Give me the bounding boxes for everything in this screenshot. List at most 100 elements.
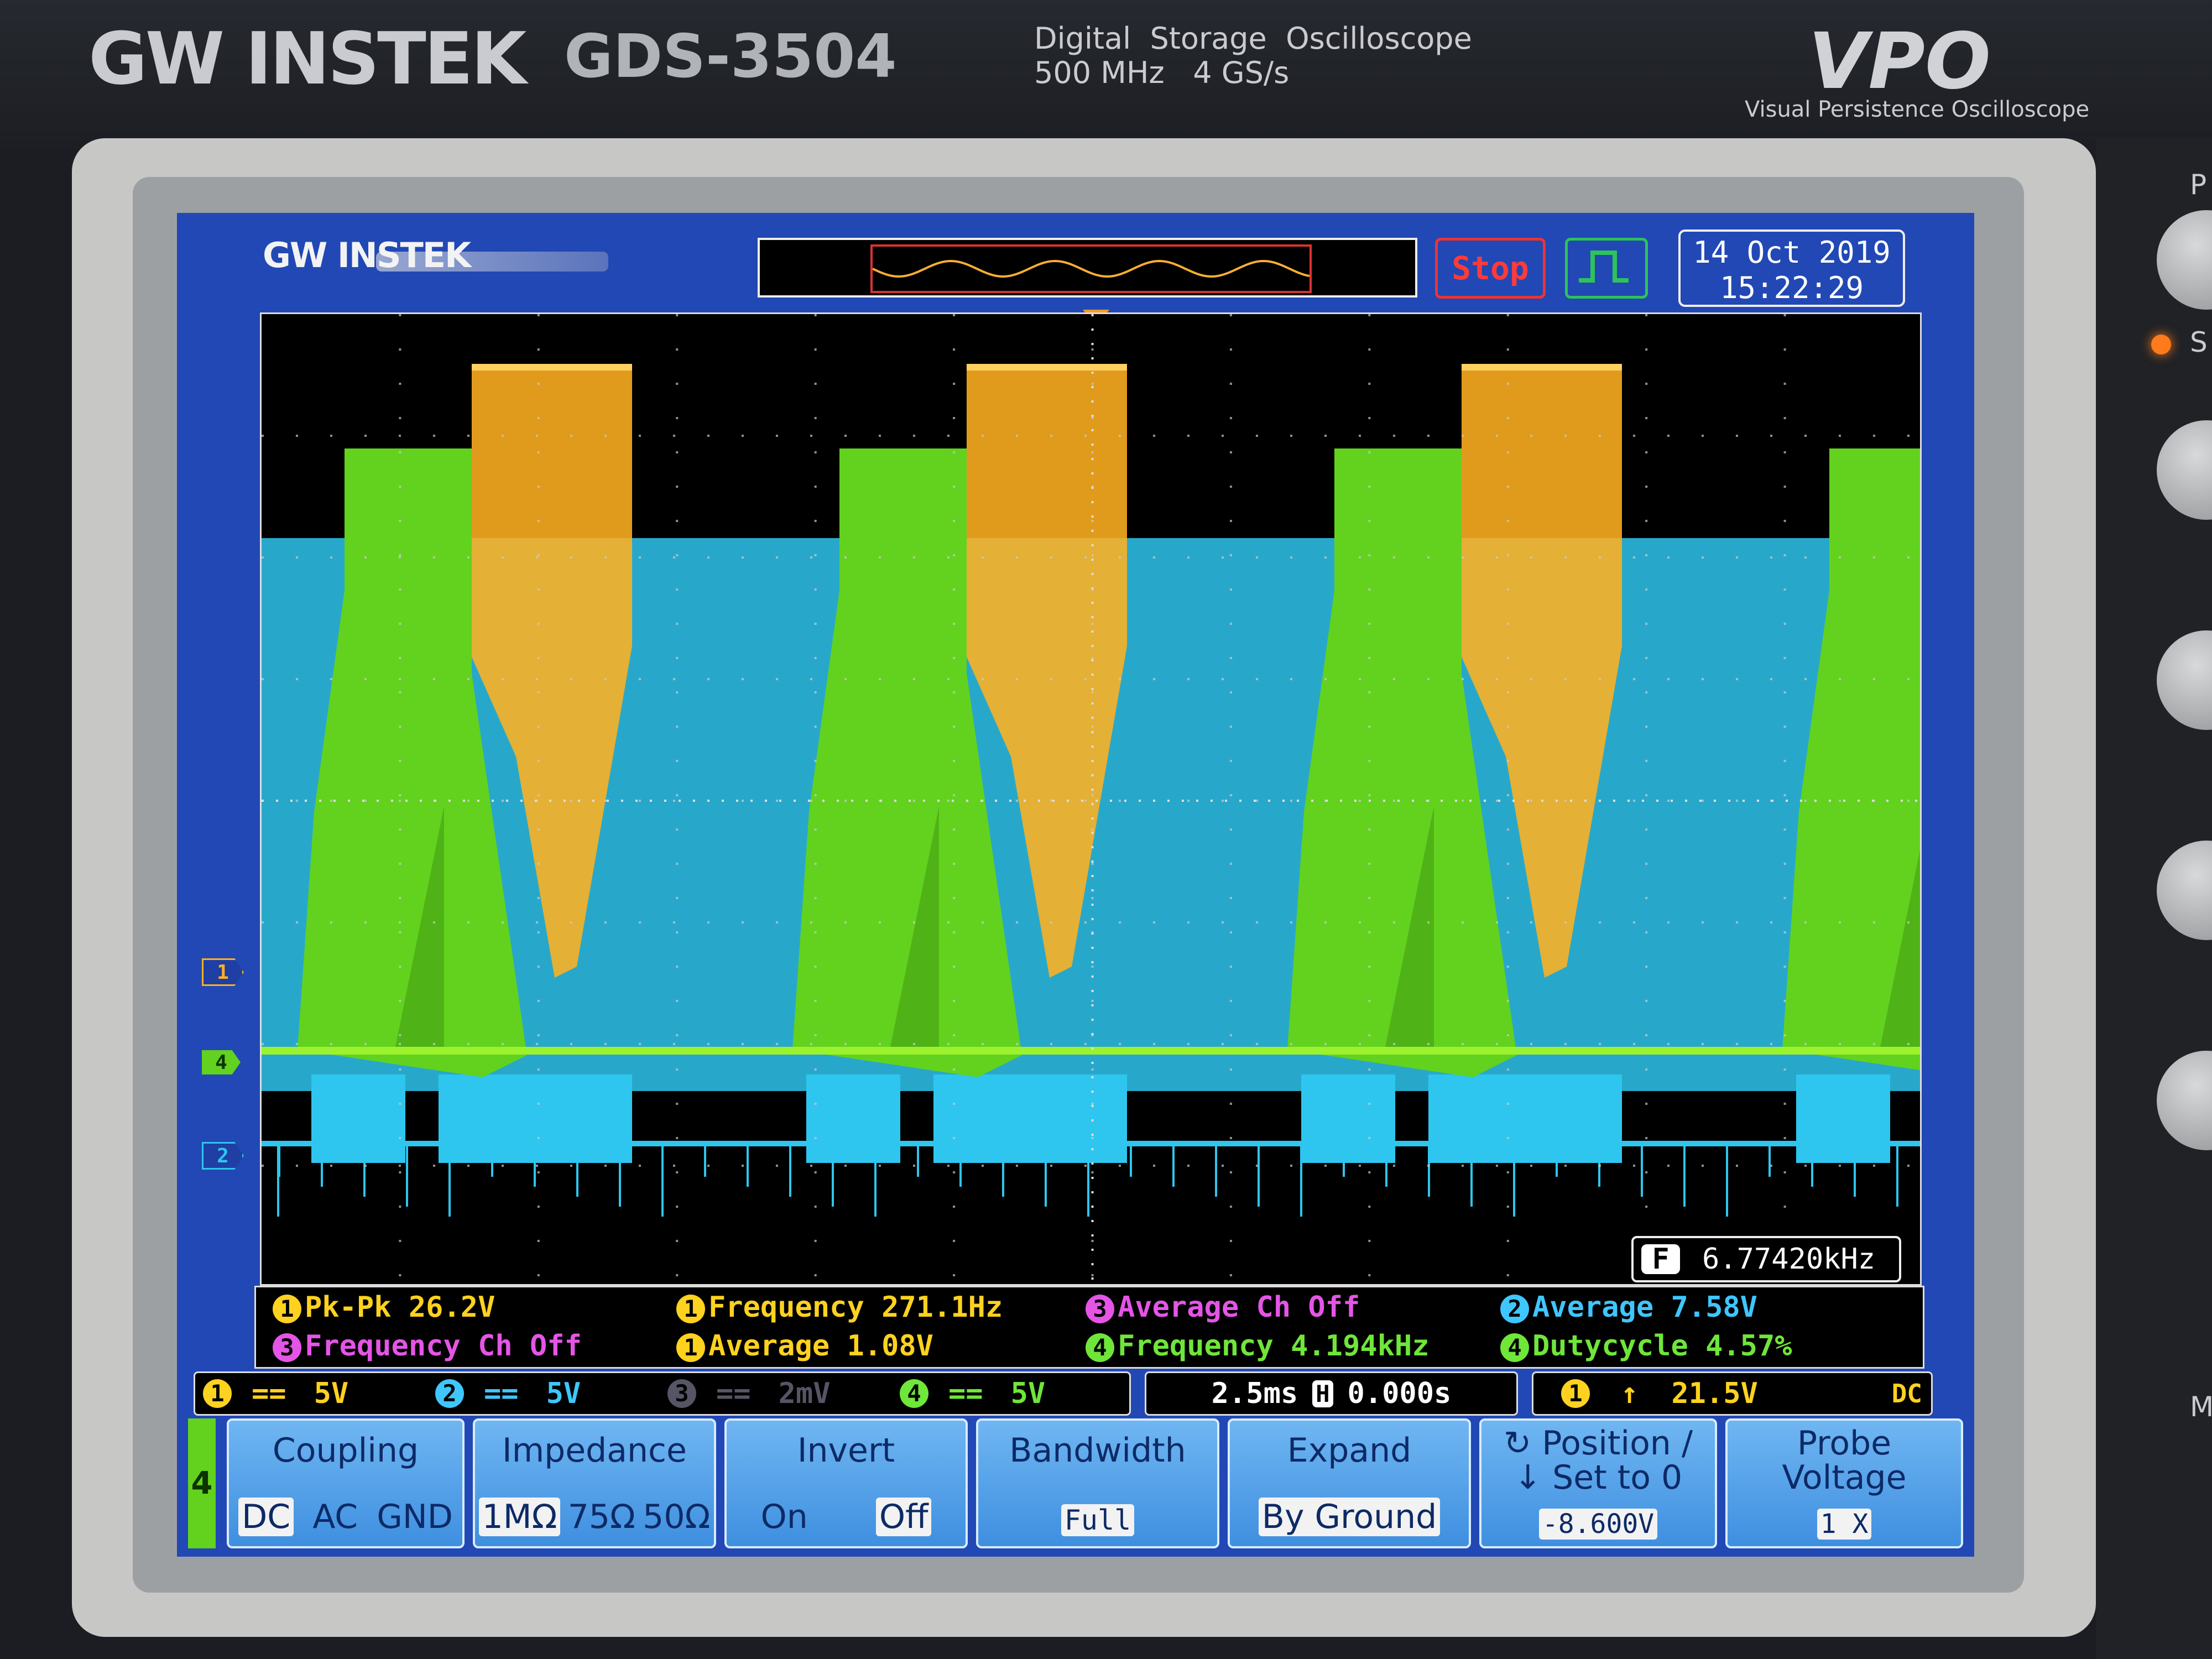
channel-scale: 2mV xyxy=(778,1377,831,1410)
waveform-display xyxy=(262,314,1920,1284)
ch2-noise-spike xyxy=(832,1144,834,1207)
date-time-display: 14 Oct 2019 15:22:29 xyxy=(1678,229,1905,307)
record-preview-wave xyxy=(872,259,1310,278)
ch2-noise-spike xyxy=(1854,1144,1856,1197)
ch2-noise-spike xyxy=(1215,1144,1217,1197)
trigger-channel-badge: 1 xyxy=(1561,1379,1590,1408)
vpo-caption: Visual Persistence Oscilloscope xyxy=(1745,97,2090,122)
channel-1-status[interactable]: 1 == 5V xyxy=(195,1377,427,1410)
dc-coupling-icon: == xyxy=(948,1377,983,1410)
channel-1-marker: 1 xyxy=(202,958,244,986)
ch1-top-trace xyxy=(1462,364,1622,371)
invert-option-off[interactable]: Off xyxy=(875,1498,932,1536)
invert-softkey[interactable]: Invert On Off xyxy=(724,1418,968,1548)
pulse-trigger-icon xyxy=(1565,238,1648,299)
probe-value: 1 X xyxy=(1817,1509,1872,1540)
channel-number-badge: 2 xyxy=(435,1379,464,1408)
measurement-text: Average 7.58V xyxy=(1532,1291,1757,1324)
channel-scale: 5V xyxy=(1010,1377,1046,1410)
invert-title: Invert xyxy=(797,1431,895,1470)
record-overview-bar xyxy=(758,238,1417,298)
impedance-option-50[interactable]: 50Ω xyxy=(643,1498,710,1536)
measurement-item: 1 Average 1.08V xyxy=(676,1329,933,1363)
frequency-counter-value: 6.77420kHz xyxy=(1702,1243,1876,1276)
invert-option-on[interactable]: On xyxy=(761,1498,808,1536)
ch2-noise-spike xyxy=(1513,1144,1515,1217)
measurement-item: 1 Frequency 271.1Hz xyxy=(676,1291,1003,1324)
expand-value: By Ground xyxy=(1258,1498,1441,1536)
coupling-option-dc[interactable]: DC xyxy=(238,1498,294,1536)
ch2-noise-spike xyxy=(576,1144,578,1197)
channel-scale: 5V xyxy=(314,1377,349,1410)
ch2-noise-spike xyxy=(1002,1144,1004,1197)
channel-4-marker: 4 xyxy=(202,1050,241,1074)
channel-4-status[interactable]: 4 == 5V xyxy=(892,1377,1124,1410)
channel-2-marker: 2 xyxy=(202,1142,244,1170)
side-letter-s: S xyxy=(2190,326,2208,358)
side-letter-m: M xyxy=(2190,1391,2212,1423)
measurement-item: 1 Pk-Pk 26.2V xyxy=(273,1291,495,1324)
channel-2-status[interactable]: 2 == 5V xyxy=(427,1377,660,1410)
coupling-option-ac[interactable]: AC xyxy=(312,1498,358,1536)
bandwidth-title: Bandwidth xyxy=(1009,1431,1186,1470)
channel-tab-label: 4 xyxy=(191,1465,213,1501)
expand-title: Expand xyxy=(1287,1431,1412,1470)
ch2-noise-spike xyxy=(448,1144,451,1217)
brand-logo: GW INSTEK xyxy=(88,17,526,101)
ch2-low-pulse xyxy=(1301,1074,1395,1163)
ch2-noise-spike xyxy=(874,1144,877,1217)
ch2-low-pulse xyxy=(806,1074,900,1163)
position-softkey[interactable]: ↻ Position / ↓ Set to 0 -8.600V xyxy=(1479,1418,1717,1548)
ch2-noise-spike xyxy=(1045,1144,1047,1207)
softkey-menu: 4 Coupling DC AC GND Impedance 1MΩ 75Ω 5… xyxy=(188,1418,1963,1551)
description-line1: Digital Storage Oscilloscope xyxy=(1034,21,1472,56)
probe-voltage-softkey[interactable]: Probe Voltage 1 X xyxy=(1725,1418,1963,1548)
coupling-option-gnd[interactable]: GND xyxy=(377,1498,453,1536)
dc-coupling-icon: == xyxy=(716,1377,751,1410)
frequency-counter: F 6.77420kHz xyxy=(1631,1236,1901,1282)
coupling-title: Coupling xyxy=(272,1431,419,1470)
coupling-softkey[interactable]: Coupling DC AC GND xyxy=(227,1418,465,1548)
ch2-noise-spike xyxy=(1385,1144,1387,1187)
channel-scale: 5V xyxy=(546,1377,581,1410)
ch2-noise-spike xyxy=(619,1144,621,1207)
channel-3-status[interactable]: 3 == 2mV xyxy=(660,1377,892,1410)
measurement-text: Frequency Ch Off xyxy=(305,1329,582,1363)
ch2-noise-spike xyxy=(1811,1144,1813,1187)
date-label: 14 Oct 2019 xyxy=(1693,235,1891,270)
ch2-low-pulse xyxy=(311,1074,405,1163)
measurement-item: 3 Average Ch Off xyxy=(1086,1291,1360,1324)
impedance-softkey[interactable]: Impedance 1MΩ 75Ω 50Ω xyxy=(473,1418,716,1548)
impedance-option-1m[interactable]: 1MΩ xyxy=(478,1498,561,1536)
ch2-noise-spike xyxy=(1343,1144,1345,1177)
status-led xyxy=(2151,335,2171,354)
ch2-noise-spike xyxy=(1172,1144,1175,1187)
ch2-noise-spike xyxy=(534,1144,536,1187)
ch2-noise-spike xyxy=(1896,1144,1898,1207)
ch2-noise-spike xyxy=(1641,1144,1643,1197)
ch2-noise-spike xyxy=(1087,1144,1089,1217)
horizontal-badge: H xyxy=(1312,1380,1333,1407)
measurement-channel-badge: 2 xyxy=(1500,1295,1529,1323)
description-line2: 500 MHz 4 GS/s xyxy=(1034,55,1290,90)
measurement-item: 2 Average 7.58V xyxy=(1500,1291,1757,1324)
expand-softkey[interactable]: Expand By Ground xyxy=(1228,1418,1471,1548)
ch1-top-trace xyxy=(472,364,632,371)
trigger-coupling-value: DC xyxy=(1891,1379,1922,1408)
ch2-noise-spike xyxy=(661,1144,664,1217)
ch2-noise-spike xyxy=(1556,1144,1558,1177)
ch2-noise-spike xyxy=(1130,1144,1132,1177)
ch2-noise-spike xyxy=(1470,1144,1473,1207)
ch2-low-pulse xyxy=(1796,1074,1890,1163)
channel-4-menu-tab: 4 xyxy=(188,1418,216,1548)
ch2-noise-spike xyxy=(1726,1144,1728,1217)
bandwidth-value: Full xyxy=(1061,1504,1135,1536)
bandwidth-softkey[interactable]: Bandwidth Full xyxy=(976,1418,1219,1548)
ch2-noise-spike xyxy=(1258,1144,1260,1207)
impedance-option-75[interactable]: 75Ω xyxy=(568,1498,635,1536)
channel-number-badge: 1 xyxy=(203,1379,232,1408)
ch2-noise-spike xyxy=(321,1144,323,1187)
oscilloscope-screen: GW INSTEK Stop 14 Oct 2019 15:22:29 1 4 … xyxy=(177,213,1974,1557)
dc-coupling-icon: == xyxy=(252,1377,286,1410)
ch2-noise-spike xyxy=(363,1144,366,1197)
